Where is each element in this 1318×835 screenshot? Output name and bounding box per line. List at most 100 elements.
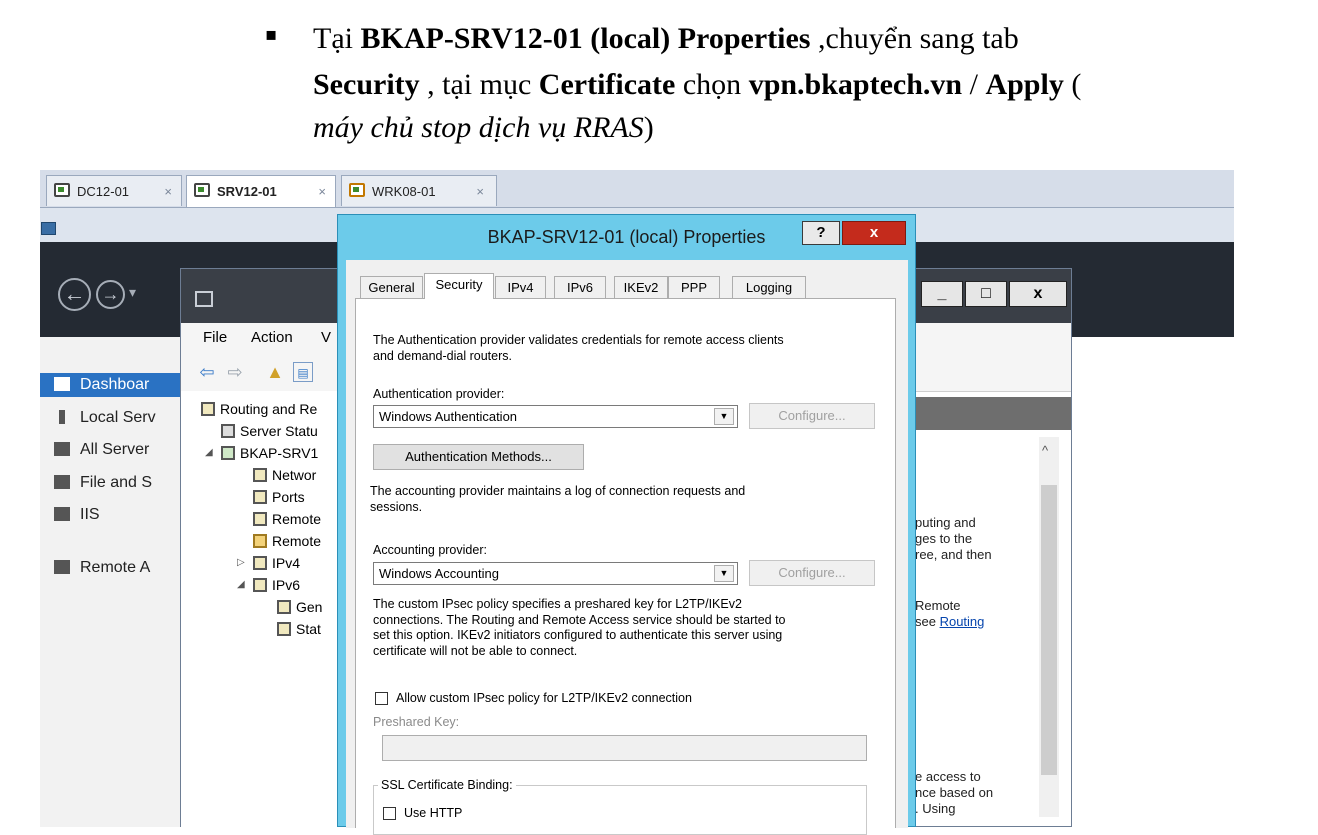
auth-configure-button[interactable]: Configure...	[749, 403, 875, 429]
auth-provider-select[interactable]: Windows Authentication ▼	[373, 405, 738, 428]
dialog-body: General Security IPv4 IPv6 IKEv2 PPP Log…	[346, 260, 908, 835]
minimize-button[interactable]: _	[921, 281, 963, 307]
routing-icon	[201, 402, 215, 416]
document-instruction: ▪ Tại BKAP-SRV12-01 (local) Properties ,…	[0, 0, 1318, 170]
ipsec-description: The custom IPsec policy specifies a pres…	[373, 597, 786, 658]
menu-action[interactable]: Action	[251, 323, 293, 353]
expand-icon[interactable]: ◢	[205, 443, 213, 463]
menu-file[interactable]: File	[203, 323, 227, 353]
tree-item[interactable]: Routing and Re	[201, 399, 317, 419]
remote-clients-icon	[253, 512, 267, 526]
tree-item[interactable]: Remote	[253, 509, 321, 529]
authentication-methods-button[interactable]: Authentication Methods...	[373, 444, 584, 470]
tab-logging[interactable]: Logging	[732, 276, 806, 298]
right-pane-header	[913, 397, 1071, 430]
vm-tab-wrk08-01[interactable]: WRK08-01 ×	[341, 175, 497, 206]
accounting-description: The accounting provider maintains a log …	[370, 484, 746, 514]
ports-icon	[253, 490, 267, 504]
preshared-key-input[interactable]	[382, 735, 867, 761]
tab-general[interactable]: General	[360, 276, 423, 298]
tree-item[interactable]: ◢ BKAP-SRV1	[205, 443, 318, 463]
folder-icon	[253, 534, 267, 548]
allow-ipsec-label: Allow custom IPsec policy for L2TP/IKEv2…	[396, 691, 692, 705]
tab-ipv6[interactable]: IPv6	[554, 276, 606, 298]
use-http-label: Use HTTP	[404, 806, 463, 820]
ipv6-icon	[253, 578, 267, 592]
tree-item[interactable]: Server Statu	[221, 421, 318, 441]
forward-icon[interactable]: ⇨	[225, 362, 245, 382]
bullet-icon: ▪	[265, 24, 278, 45]
tree-item[interactable]: Gen	[277, 597, 322, 617]
tree-item[interactable]: Remote	[253, 531, 321, 551]
vm-tab-srv12-01[interactable]: SRV12-01 ×	[186, 175, 336, 207]
tab-ikev2[interactable]: IKEv2	[614, 276, 668, 298]
vm-tab-bar: DC12-01 × SRV12-01 × WRK08-01 ×	[40, 170, 1234, 208]
sidebar-item-file-storage[interactable]: File and S	[54, 471, 152, 495]
vm-icon	[349, 183, 365, 197]
accounting-provider-label: Accounting provider:	[373, 543, 487, 557]
show-hide-tree-icon[interactable]: ▤	[293, 362, 313, 382]
tree-item[interactable]: Ports	[253, 487, 305, 507]
sidebar-item-all-servers[interactable]: All Server	[54, 438, 149, 462]
scrollbar-thumb[interactable]	[1041, 485, 1057, 775]
right-pane-text: puting and ges to the ree, and then	[915, 515, 992, 562]
remote-access-icon	[54, 560, 70, 574]
right-pane-text: Remote see Routing	[915, 598, 985, 629]
dialog-close-button[interactable]: x	[842, 221, 906, 245]
servers-icon	[54, 442, 70, 456]
window-controls: _ □ x	[921, 281, 1069, 309]
accounting-provider-select[interactable]: Windows Accounting ▼	[373, 562, 738, 585]
close-icon[interactable]: ×	[476, 176, 484, 207]
tree-item[interactable]: Networ	[253, 465, 316, 485]
sidebar-item-dashboard[interactable]: Dashboar	[40, 373, 188, 397]
tree-item[interactable]: Stat	[277, 619, 321, 639]
maximize-button[interactable]: □	[965, 281, 1007, 307]
properties-dialog: BKAP-SRV12-01 (local) Properties ? x Gen…	[337, 214, 916, 835]
instruction-line-3: máy chủ stop dịch vụ RRAS)	[313, 111, 654, 144]
close-icon[interactable]: ×	[318, 176, 326, 207]
vm-tab-dc12-01[interactable]: DC12-01 ×	[46, 175, 182, 206]
vm-icon	[194, 183, 210, 197]
tab-ipv4[interactable]: IPv4	[495, 276, 546, 298]
expand-icon[interactable]: ▷	[237, 553, 245, 573]
close-button[interactable]: x	[1009, 281, 1067, 307]
dropdown-arrow-icon[interactable]: ▼	[714, 408, 734, 425]
back-icon[interactable]: ⇦	[197, 362, 217, 382]
sidebar-item-iis[interactable]: IIS	[54, 503, 100, 527]
routing-help-link[interactable]: Routing	[940, 614, 985, 629]
up-folder-icon[interactable]: ▲	[265, 362, 285, 382]
menu-view[interactable]: V	[321, 323, 331, 353]
allow-ipsec-checkbox[interactable]	[375, 692, 388, 705]
back-icon[interactable]: ←	[58, 278, 91, 311]
right-pane-scrollbar[interactable]: ^	[1039, 437, 1059, 817]
tree-item[interactable]: ◢ IPv6	[237, 575, 300, 595]
scroll-up-icon[interactable]: ^	[1042, 443, 1048, 458]
server-icon	[59, 410, 65, 424]
dropdown-arrow-icon[interactable]: ▼	[714, 565, 734, 582]
close-icon[interactable]: ×	[164, 176, 172, 207]
security-tab-panel: The Authentication provider validates cr…	[355, 298, 896, 835]
server-manager-sidebar: Dashboar Local Serv All Server File and …	[40, 337, 188, 827]
preshared-key-label: Preshared Key:	[373, 715, 460, 729]
iis-icon	[54, 507, 70, 521]
help-button[interactable]: ?	[802, 221, 840, 245]
accounting-configure-button[interactable]: Configure...	[749, 560, 875, 586]
console-tree: Routing and Re Server Statu ◢ BKAP-SRV1 N…	[181, 391, 341, 828]
static-routes-icon	[277, 622, 291, 636]
sidebar-item-local-server[interactable]: Local Serv	[54, 406, 156, 430]
chevron-down-icon[interactable]: ▾	[129, 284, 136, 301]
forward-icon[interactable]: →	[96, 280, 125, 309]
instruction-line-2: Security , tại mục Certificate chọn vpn.…	[313, 68, 1082, 101]
sidebar-item-remote-access[interactable]: Remote A	[54, 556, 150, 580]
tree-item[interactable]: ▷ IPv4	[237, 553, 300, 573]
tab-security[interactable]: Security	[424, 273, 494, 299]
ssl-certificate-group-label: SSL Certificate Binding:	[378, 777, 516, 793]
network-icon	[253, 468, 267, 482]
vm-icon	[54, 183, 70, 197]
tab-ppp[interactable]: PPP	[668, 276, 720, 298]
dashboard-icon	[54, 377, 70, 391]
remote-console-icon	[41, 222, 56, 235]
use-http-checkbox[interactable]	[383, 807, 396, 820]
auth-description: The Authentication provider validates cr…	[373, 333, 784, 363]
expand-icon[interactable]: ◢	[237, 575, 245, 595]
